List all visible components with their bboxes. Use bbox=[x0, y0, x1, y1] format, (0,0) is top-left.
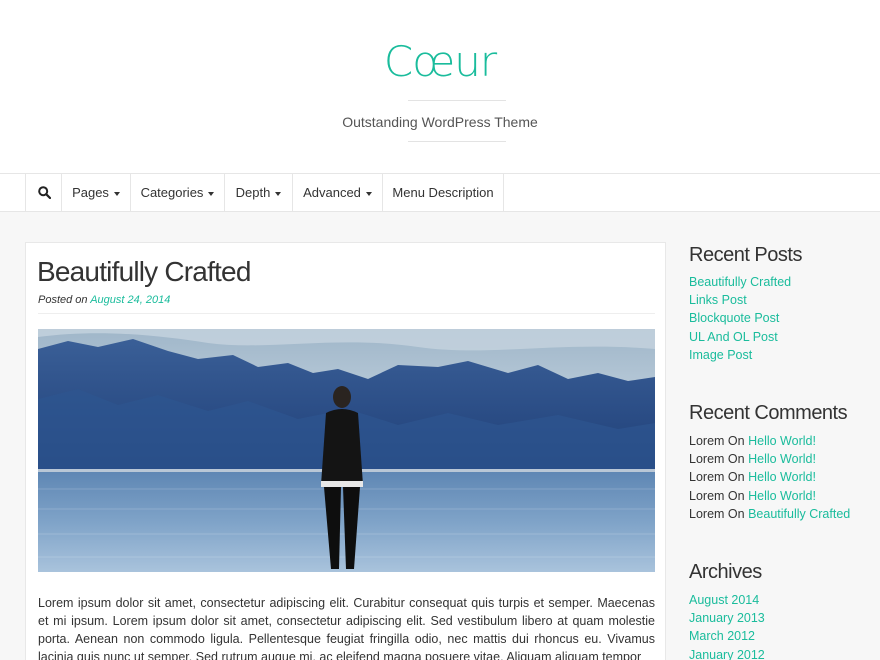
site-tagline: Outstanding WordPress Theme bbox=[342, 114, 538, 130]
post-meta-divider bbox=[38, 313, 655, 314]
comment-post-link[interactable]: Hello World! bbox=[748, 489, 816, 503]
caret-down-icon bbox=[365, 191, 372, 196]
post-title[interactable]: Beautifully Crafted bbox=[37, 255, 251, 289]
list-item: August 2014 bbox=[689, 591, 765, 609]
list-item: Lorem On Hello World! bbox=[689, 487, 850, 505]
comment-on: On bbox=[727, 488, 745, 503]
comment-post-link[interactable]: Hello World! bbox=[748, 470, 816, 484]
nav-search-button[interactable] bbox=[25, 174, 62, 212]
comment-author: Lorem bbox=[689, 470, 725, 485]
widget-title-recent-posts: Recent Posts bbox=[689, 244, 802, 266]
archive-link[interactable]: January 2013 bbox=[689, 611, 765, 625]
recent-post-link[interactable]: Beautifully Crafted bbox=[689, 275, 791, 289]
nav-item-categories[interactable]: Categories bbox=[131, 174, 225, 212]
list-item: UL And OL Post bbox=[689, 328, 791, 346]
list-item: Lorem On Beautifully Crafted bbox=[689, 505, 850, 523]
comment-author: Lorem bbox=[689, 452, 725, 467]
list-item: March 2012 bbox=[689, 627, 765, 645]
comment-on: On bbox=[727, 434, 745, 448]
nav-item-label: Advanced bbox=[303, 185, 361, 200]
caret-down-icon bbox=[208, 191, 215, 196]
search-icon bbox=[38, 186, 51, 199]
list-item: Blockquote Post bbox=[689, 309, 791, 327]
comment-on: On bbox=[727, 452, 745, 467]
post-excerpt: Lorem ipsum dolor sit amet, consectetur … bbox=[38, 596, 655, 660]
recent-post-link[interactable]: Image Post bbox=[689, 348, 752, 362]
recent-post-link[interactable]: Blockquote Post bbox=[689, 311, 779, 325]
nav-item-menu-description[interactable]: Menu Description bbox=[383, 174, 504, 212]
nav-item-pages[interactable]: Pages bbox=[62, 174, 131, 212]
nav-item-label: Depth bbox=[235, 185, 271, 200]
comment-post-link[interactable]: Hello World! bbox=[748, 434, 816, 448]
nav-item-depth[interactable]: Depth bbox=[225, 174, 293, 212]
main-navigation: Pages Categories Depth Advanced Menu Des… bbox=[0, 173, 880, 212]
recent-comments-list: Lorem On Hello World! Lorem On Hello Wor… bbox=[689, 432, 850, 523]
lake-mountains-image bbox=[38, 329, 655, 572]
list-item: Links Post bbox=[689, 291, 791, 309]
site-header: Cœur Outstanding WordPress Theme bbox=[0, 0, 880, 173]
site-title[interactable]: Cœur bbox=[0, 36, 880, 88]
nav-item-advanced[interactable]: Advanced bbox=[293, 174, 383, 212]
list-item: Lorem On Hello World! bbox=[689, 432, 850, 450]
comment-author: Lorem bbox=[689, 506, 725, 521]
caret-down-icon bbox=[113, 191, 120, 196]
archives-list: August 2014 January 2013 March 2012 Janu… bbox=[689, 591, 765, 660]
nav-item-label: Pages bbox=[72, 185, 109, 200]
archive-link[interactable]: January 2012 bbox=[689, 648, 765, 660]
caret-down-icon bbox=[275, 191, 282, 196]
archive-link[interactable]: March 2012 bbox=[689, 629, 755, 643]
list-item: Image Post bbox=[689, 346, 791, 364]
list-item: Beautifully Crafted bbox=[689, 273, 791, 291]
nav-item-label: Menu Description bbox=[392, 185, 494, 200]
recent-post-link[interactable]: Links Post bbox=[689, 293, 747, 307]
widget-title-archives: Archives bbox=[689, 561, 762, 583]
recent-posts-list: Beautifully Crafted Links Post Blockquot… bbox=[689, 273, 791, 364]
nav-item-label: Categories bbox=[140, 185, 204, 200]
comment-on: On bbox=[727, 470, 745, 485]
list-item: January 2013 bbox=[689, 609, 765, 627]
post-meta-prefix: Posted on bbox=[38, 294, 88, 306]
comment-on: On bbox=[727, 506, 745, 521]
post-article: Beautifully Crafted Posted on August 24,… bbox=[25, 242, 666, 660]
list-item: January 2012 bbox=[689, 646, 765, 660]
post-meta: Posted on August 24, 2014 bbox=[38, 293, 170, 307]
archive-link[interactable]: August 2014 bbox=[689, 593, 759, 607]
header-divider-top bbox=[408, 100, 506, 101]
comment-post-link[interactable]: Hello World! bbox=[748, 452, 816, 466]
recent-post-link[interactable]: UL And OL Post bbox=[689, 330, 778, 344]
list-item: Lorem On Hello World! bbox=[689, 468, 850, 486]
post-featured-image[interactable] bbox=[38, 329, 655, 572]
comment-post-link[interactable]: Beautifully Crafted bbox=[748, 507, 850, 521]
post-date-link[interactable]: August 24, 2014 bbox=[90, 294, 170, 306]
header-divider-bottom bbox=[408, 141, 506, 142]
list-item: Lorem On Hello World! bbox=[689, 450, 850, 468]
widget-title-recent-comments: Recent Comments bbox=[689, 402, 848, 424]
comment-author: Lorem bbox=[689, 434, 725, 448]
comment-author: Lorem bbox=[689, 488, 725, 503]
